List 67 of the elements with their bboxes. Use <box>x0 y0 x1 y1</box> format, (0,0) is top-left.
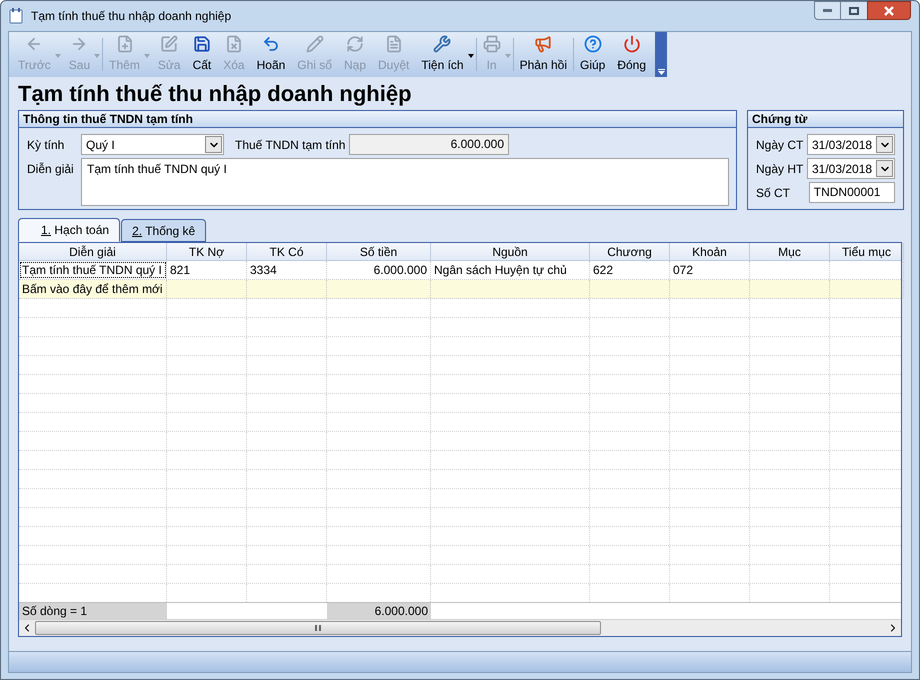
total-amount: 6.000.000 <box>327 603 431 619</box>
help-icon <box>584 35 602 53</box>
undo-icon <box>262 35 280 53</box>
description-field[interactable]: Tạm tính thuế TNDN quý I <box>81 158 729 206</box>
group-title: Thông tin thuế TNDN tạm tính <box>19 111 736 128</box>
maximize-button[interactable] <box>841 1 867 20</box>
text-field[interactable]: TNDN00001 <box>808 182 895 203</box>
column-header[interactable]: Tiểu mục <box>830 243 904 260</box>
toolbar-button[interactable]: Đóng <box>611 32 652 77</box>
field-label: Số CT <box>756 184 792 202</box>
table-cell: Tạm tính thuế TNDN quý I <box>19 261 167 279</box>
row-count: Số dòng = 1 <box>19 603 167 619</box>
toolbar-button[interactable]: Tiện ích <box>415 32 476 77</box>
group-title: Chứng từ <box>748 111 903 128</box>
toolbar-button[interactable]: Hoãn <box>250 32 292 77</box>
window-title: Tạm tính thuế thu nhập doanh nghiệp <box>31 8 232 25</box>
table-cell: 3334 <box>247 261 327 279</box>
dropdown-field[interactable]: 31/03/2018 <box>807 158 895 179</box>
refresh-icon <box>346 35 364 53</box>
tax-amount-field[interactable]: 6.000.000 <box>349 134 509 155</box>
notepad-icon <box>9 8 23 24</box>
toolbar-button[interactable]: Phản hồi <box>514 32 573 77</box>
add-row-prompt[interactable]: Bấm vào đây để thêm mới <box>19 280 167 298</box>
page-title: Tạm tính thuế thu nhập doanh nghiệp <box>17 80 413 108</box>
field-value: 31/03/2018 <box>811 136 874 154</box>
table-cell: 6.000.000 <box>327 261 431 279</box>
save-icon <box>192 35 211 53</box>
power-icon <box>622 35 641 53</box>
edit-icon <box>160 35 178 53</box>
file-plus-icon <box>116 35 134 53</box>
table-cell: Ngân sách Huyện tự chủ <box>431 261 590 279</box>
file-x-icon <box>224 35 243 53</box>
field-label: Ngày CT <box>756 136 804 154</box>
column-header[interactable]: Diễn giải <box>19 243 167 260</box>
column-header[interactable]: Khoản <box>670 243 750 260</box>
close-button[interactable] <box>867 1 911 20</box>
pencil-icon <box>306 35 324 53</box>
toolbar-button[interactable]: Cất <box>186 32 218 77</box>
tab[interactable]: 1. Hạch toán <box>18 218 120 242</box>
table-cell: 821 <box>167 261 247 279</box>
table-cell: 072 <box>670 261 750 279</box>
column-header[interactable]: Nguồn <box>431 243 590 260</box>
wrench-icon <box>433 35 452 53</box>
overflow-arrow-icon[interactable] <box>658 69 665 75</box>
megaphone-icon <box>534 35 552 53</box>
field-value: 31/03/2018 <box>811 160 874 178</box>
column-header[interactable]: Chương <box>590 243 670 260</box>
table-cell: 622 <box>590 261 670 279</box>
field-label: Thuế TNDN tạm tính <box>235 136 346 154</box>
field-label: Ngày HT <box>756 160 804 178</box>
column-header[interactable]: Mục <box>750 243 830 260</box>
tab[interactable]: 2. Thống kê <box>121 219 206 242</box>
horizontal-scrollbar[interactable] <box>19 619 901 636</box>
column-header[interactable]: TK Có <box>247 243 327 260</box>
field-label: Kỳ tính <box>26 136 66 154</box>
minimize-button[interactable] <box>814 1 841 20</box>
close-icon <box>884 6 894 16</box>
field-value: Quý I <box>85 136 116 154</box>
scrollbar-thumb[interactable] <box>35 621 601 635</box>
field-label: Diễn giải <box>26 161 75 178</box>
document-icon <box>384 35 403 53</box>
column-header[interactable]: TK Nợ <box>167 243 247 260</box>
toolbar-button[interactable]: Giúp <box>574 32 612 77</box>
dropdown-field[interactable]: Quý I <box>81 134 224 155</box>
column-header[interactable]: Số tiền <box>327 243 431 260</box>
printer-icon <box>482 35 501 53</box>
dropdown-field[interactable]: 31/03/2018 <box>807 134 895 155</box>
